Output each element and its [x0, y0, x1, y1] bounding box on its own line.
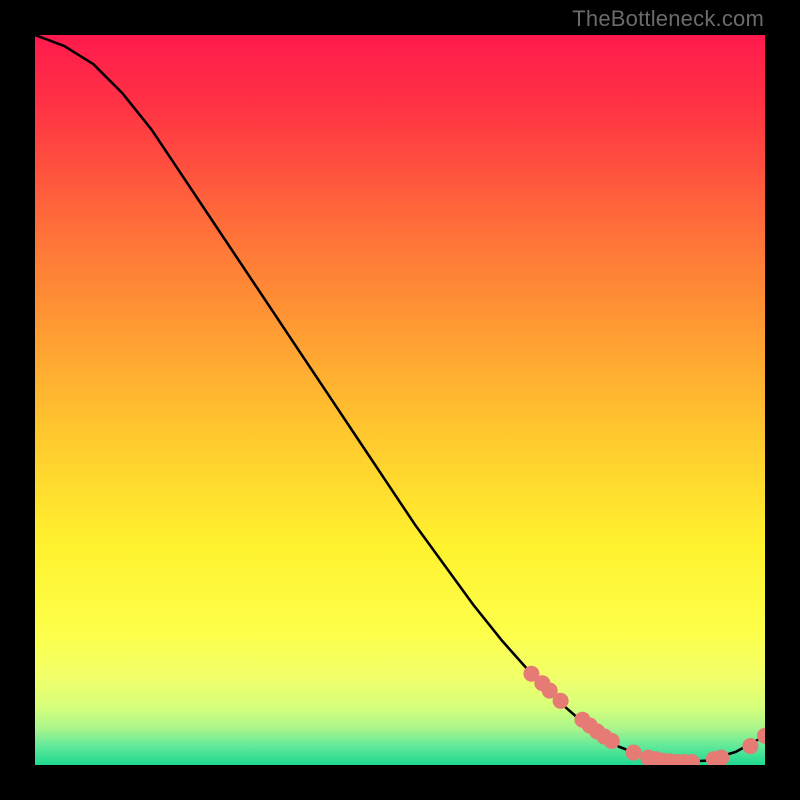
curve-marker [757, 728, 765, 744]
bottleneck-curve [35, 35, 765, 765]
curve-marker [604, 733, 620, 749]
curve-marker [742, 738, 758, 754]
curve-marker [626, 745, 642, 761]
watermark-text: TheBottleneck.com [572, 6, 764, 32]
curve-markers [523, 666, 765, 765]
curve-marker [553, 693, 569, 709]
curve-marker [713, 750, 729, 765]
plot-area [35, 35, 765, 765]
curve-line [35, 35, 765, 762]
